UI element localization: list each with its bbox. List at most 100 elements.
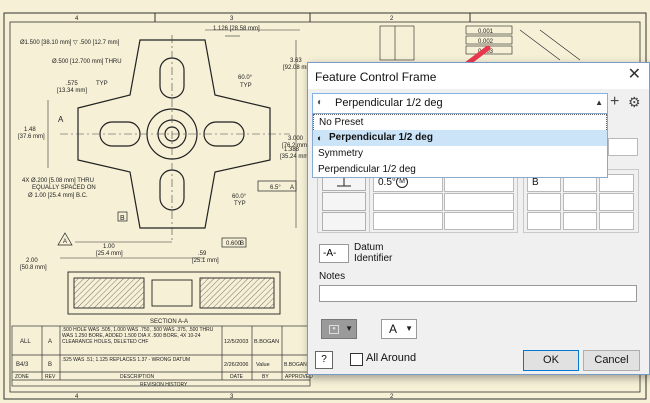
dim-text: [25.4 mm] [96, 251, 123, 257]
dim-text: Ø1.500 [38.10 mm] ▽ .500 [12.7 mm] [20, 40, 120, 46]
rev-zone: B4/3 [16, 362, 29, 368]
symbol-button-3[interactable] [322, 212, 366, 231]
chevron-down-icon: ▼ [405, 324, 413, 333]
add-preset-icon[interactable]: + [610, 93, 619, 111]
dialog-titlebar[interactable]: Feature Control Frame ✕ [308, 63, 649, 89]
dim-text: 1.48 [24, 127, 36, 133]
datum-identifier-label-2: Identifier [354, 253, 393, 264]
notes-label: Notes [319, 271, 346, 282]
dim-text: 3.000 [288, 136, 304, 142]
dim-text: B [240, 241, 244, 247]
section-label: SECTION A-A [150, 319, 188, 325]
rev-title: REVISION HISTORY [140, 382, 188, 388]
dim-text: A [63, 239, 67, 245]
rev-header: DATE [230, 374, 244, 380]
dim-text: 1.388 [284, 147, 300, 153]
dim-text: A [58, 115, 64, 124]
datum-field-7[interactable] [527, 212, 561, 230]
preset-option[interactable]: Perpendicular 1/2 deg [313, 162, 607, 178]
dim-text: B [120, 215, 125, 222]
datum-identifier-label: Datum [354, 242, 384, 253]
square-icon: ● [329, 325, 339, 334]
ok-button[interactable]: OK [523, 350, 579, 371]
preset-icon: ◐ [317, 133, 323, 143]
dim-text: 4X Ø.200 [5.08 mm] THRU [22, 178, 94, 184]
rev-header: REV [45, 374, 56, 380]
dim-text: [37.6 mm] [18, 134, 45, 140]
symbol-button-2[interactable] [322, 192, 366, 211]
dim-text: TYP [240, 83, 252, 89]
all-around-label: All Around [366, 352, 417, 364]
dim-text: 2.00 [26, 258, 38, 264]
rev-desc: .525 WAS .51; 1.125 REPLACES 1.37 - WRON… [62, 357, 190, 363]
dim-text: .59 [198, 251, 207, 257]
preset-value: Perpendicular 1/2 deg [335, 97, 443, 109]
dim-text: 3.63 [290, 58, 302, 64]
rev-rev: A [48, 339, 52, 345]
notes-field[interactable] [319, 285, 637, 302]
hidden-field[interactable] [608, 138, 638, 156]
dialog-title: Feature Control Frame [315, 70, 437, 84]
datum-panel: B [523, 169, 639, 233]
dim-text: 60.0° [232, 194, 247, 200]
dim-text: .575 [66, 81, 78, 87]
rev-by: B.BOGAN [254, 339, 279, 345]
dim-text: TYP [234, 201, 246, 207]
preset-dropdown-list: No Preset ◐ Perpendicular 1/2 deg Symmet… [312, 113, 608, 178]
rev-date: 12/5/2003 [224, 339, 248, 345]
datum-field-4[interactable] [527, 193, 561, 211]
dim-text: A [290, 185, 294, 191]
dim-text: 6.5° [270, 185, 281, 191]
datum-field-5[interactable] [563, 193, 597, 211]
dim-text: 1.00 [103, 244, 115, 250]
rev-header: BY [262, 374, 269, 380]
datum-field-6[interactable] [599, 193, 634, 211]
rev-header: DESCRIPTION [120, 374, 155, 380]
chevron-down-icon: ▼ [345, 324, 353, 333]
symbol-dropdown[interactable]: ● ▼ [321, 319, 357, 339]
preset-icon: ◐ [317, 97, 324, 108]
section-view [67, 271, 281, 315]
dim-text: 60.0° [238, 75, 253, 81]
dim-text: [25.1 mm] [192, 258, 219, 264]
dim-text: [13.34 mm] [57, 88, 87, 94]
dim-text: 0.002 [478, 39, 494, 45]
symbol-panel [317, 169, 371, 233]
preset-combobox[interactable]: ◐ Perpendicular 1/2 deg ▲ [312, 93, 608, 114]
zone-number: 2 [390, 16, 394, 22]
rev-date: 2/26/2006 [224, 362, 248, 368]
letter-dropdown[interactable]: A ▼ [381, 319, 417, 339]
datum-field-8[interactable] [563, 212, 597, 230]
rev-rev: B [48, 362, 52, 368]
letter-value: A [389, 322, 398, 336]
tolerance-panel: 0.5° M [369, 169, 518, 233]
zone-number: 3 [230, 16, 234, 22]
close-icon[interactable]: ✕ [628, 66, 641, 84]
datum-identifier-field[interactable]: -A- [319, 244, 349, 263]
dim-text: [50.8 mm] [20, 265, 47, 271]
tolerance-field-6[interactable] [444, 212, 514, 230]
dim-text: 0.001 [478, 29, 494, 35]
tolerance-field-3[interactable] [373, 193, 443, 211]
rev-desc: .500 HOLE WAS .505, 1.000 WAS .750, .500… [62, 327, 213, 345]
cancel-button[interactable]: Cancel [583, 350, 640, 371]
rev-approved: B.BOGAN [284, 362, 307, 368]
zone-number: 4 [75, 16, 79, 22]
dim-text: TYP [96, 81, 108, 87]
help-button[interactable]: ? [315, 351, 333, 369]
rev-header: ZONE [15, 374, 30, 380]
gear-icon[interactable]: ⚙ [628, 94, 641, 111]
datum-field-9[interactable] [599, 212, 634, 230]
preset-option-selected[interactable]: ◐ Perpendicular 1/2 deg [313, 130, 607, 146]
tolerance-field-4[interactable] [444, 193, 514, 211]
rev-zone: ALL [20, 339, 31, 345]
preset-option[interactable]: Symmetry [313, 146, 607, 162]
dim-text: 1.126 [28.58 mm] [213, 26, 260, 32]
dim-text: EQUALLY SPACED ON [32, 185, 96, 191]
chevron-down-icon[interactable]: ▲ [595, 98, 603, 107]
rev-by: Value [256, 362, 270, 368]
dim-text: Ø 1.00 [25.4 mm] B.C. [28, 193, 88, 199]
tolerance-field-5[interactable] [373, 212, 443, 230]
dim-text: [35.24 mm] [280, 154, 310, 160]
all-around-checkbox[interactable] [350, 353, 363, 366]
